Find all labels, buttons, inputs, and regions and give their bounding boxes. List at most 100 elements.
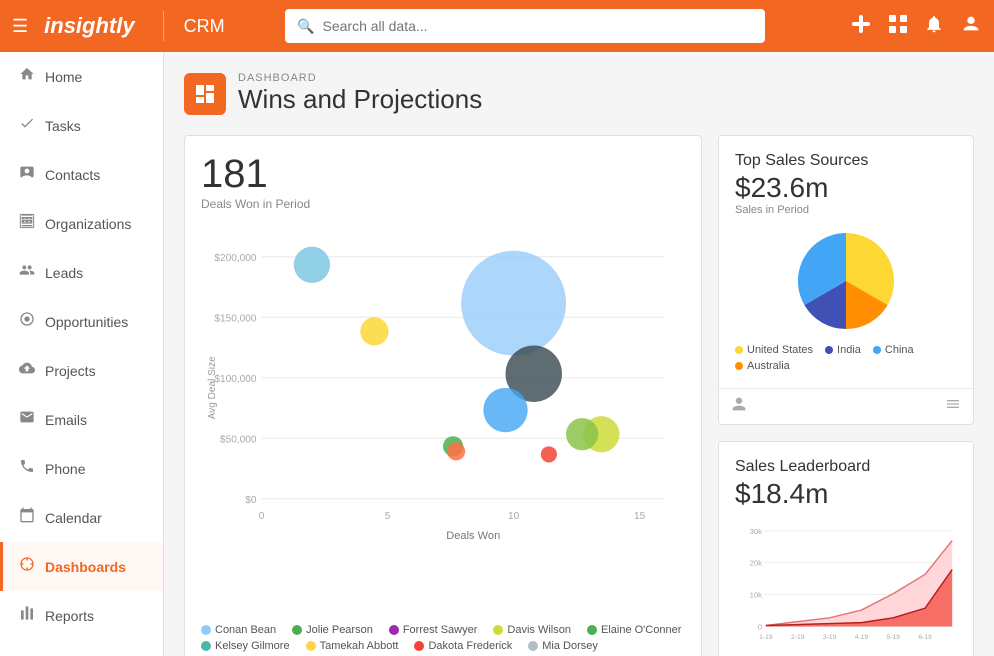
svg-text:$0: $0 bbox=[245, 495, 257, 506]
legend-item: Dakota Frederick bbox=[414, 640, 512, 652]
sidebar-item-emails[interactable]: Emails bbox=[0, 395, 163, 444]
calendar-icon bbox=[19, 507, 35, 528]
dashboard-icon bbox=[184, 73, 226, 115]
sidebar-item-contacts[interactable]: Contacts bbox=[0, 150, 163, 199]
svg-text:4-19: 4-19 bbox=[855, 634, 869, 641]
search-input[interactable] bbox=[323, 18, 754, 34]
sales-leaderboard-panel: Sales Leaderboard $18.4m 30k 20k bbox=[718, 441, 974, 656]
sidebar: Home Tasks Contacts Organizations Leads bbox=[0, 52, 164, 656]
bubble-chart-svg: $200,000 $150,000 $100,000 $50,000 $0 0 … bbox=[201, 223, 685, 593]
tasks-icon bbox=[19, 115, 35, 136]
pie-dot-australia bbox=[735, 362, 743, 370]
svg-text:5-19: 5-19 bbox=[887, 634, 901, 641]
bell-icon[interactable] bbox=[924, 14, 944, 39]
sales-leaderboard-title: Sales Leaderboard bbox=[735, 458, 957, 476]
dashboards-icon bbox=[19, 556, 35, 577]
add-button[interactable] bbox=[850, 13, 872, 40]
svg-text:1-19: 1-19 bbox=[759, 634, 773, 641]
top-sales-footer-list-icon[interactable] bbox=[945, 396, 961, 417]
legend-item: Mia Dorsey bbox=[528, 640, 598, 652]
line-chart-svg: 30k 20k 10k 0 bbox=[735, 514, 957, 654]
sidebar-item-dashboards[interactable]: Dashboards bbox=[0, 542, 163, 591]
sidebar-label-calendar: Calendar bbox=[45, 510, 102, 526]
sidebar-item-organizations[interactable]: Organizations bbox=[0, 199, 163, 248]
svg-text:$100,000: $100,000 bbox=[214, 374, 256, 385]
pie-legend-item-australia: Australia bbox=[735, 360, 790, 372]
legend-label: Tamekah Abbott bbox=[320, 640, 399, 652]
svg-text:15: 15 bbox=[634, 511, 646, 522]
legend-item: Conan Bean bbox=[201, 624, 276, 636]
sidebar-label-emails: Emails bbox=[45, 412, 87, 428]
sidebar-label-contacts: Contacts bbox=[45, 167, 100, 183]
legend-label: Kelsey Gilmore bbox=[215, 640, 290, 652]
sidebar-item-home[interactable]: Home bbox=[0, 52, 163, 101]
sidebar-label-reports: Reports bbox=[45, 608, 94, 624]
top-sales-footer-person-icon[interactable] bbox=[731, 396, 747, 417]
sidebar-label-organizations: Organizations bbox=[45, 216, 131, 232]
sidebar-item-leads[interactable]: Leads bbox=[0, 248, 163, 297]
svg-text:10: 10 bbox=[508, 511, 520, 522]
dashboard-header: DASHBOARD Wins and Projections bbox=[184, 72, 974, 115]
header-actions bbox=[850, 13, 982, 40]
sidebar-label-phone: Phone bbox=[45, 461, 85, 477]
sidebar-label-tasks: Tasks bbox=[45, 118, 81, 134]
contacts-icon bbox=[19, 164, 35, 185]
dashboard-label: DASHBOARD bbox=[238, 72, 482, 84]
pie-legend-item-china: China bbox=[873, 344, 914, 356]
svg-text:0: 0 bbox=[758, 622, 762, 631]
projects-icon bbox=[19, 360, 35, 381]
pie-legend-label-australia: Australia bbox=[747, 360, 790, 372]
main-content: DASHBOARD Wins and Projections 181 Deals… bbox=[164, 52, 994, 656]
pie-chart-area bbox=[735, 226, 957, 336]
pie-legend-label-china: China bbox=[885, 344, 914, 356]
sidebar-item-opportunities[interactable]: Opportunities bbox=[0, 297, 163, 346]
pie-legend-item-us: United States bbox=[735, 344, 813, 356]
sidebar-item-tasks[interactable]: Tasks bbox=[0, 101, 163, 150]
search-icon: 🔍 bbox=[297, 18, 314, 35]
user-avatar[interactable] bbox=[960, 13, 982, 40]
sidebar-item-phone[interactable]: Phone bbox=[0, 444, 163, 493]
sidebar-item-calendar[interactable]: Calendar bbox=[0, 493, 163, 542]
svg-text:3-19: 3-19 bbox=[823, 634, 837, 641]
legend-item: Davis Wilson bbox=[493, 624, 571, 636]
svg-text:5: 5 bbox=[385, 511, 391, 522]
svg-text:2-19: 2-19 bbox=[791, 634, 805, 641]
legend-item: Tamekah Abbott bbox=[306, 640, 399, 652]
sidebar-item-reports[interactable]: Reports bbox=[0, 591, 163, 640]
legend-dot bbox=[201, 625, 211, 635]
legend-label: Jolie Pearson bbox=[306, 624, 373, 636]
grid-icon[interactable] bbox=[888, 14, 908, 39]
legend-dot bbox=[292, 625, 302, 635]
legend-item: Elaine O'Conner bbox=[587, 624, 681, 636]
legend-label: Forrest Sawyer bbox=[403, 624, 478, 636]
dashboard-title: Wins and Projections bbox=[238, 84, 482, 115]
legend-label: Conan Bean bbox=[215, 624, 276, 636]
reports-icon bbox=[19, 605, 35, 626]
top-sales-title: Top Sales Sources bbox=[735, 152, 957, 170]
search-bar[interactable]: 🔍 bbox=[285, 9, 765, 43]
pie-dot-us bbox=[735, 346, 743, 354]
sidebar-item-projects[interactable]: Projects bbox=[0, 346, 163, 395]
sidebar-label-projects: Projects bbox=[45, 363, 96, 379]
sidebar-label-opportunities: Opportunities bbox=[45, 314, 128, 330]
home-icon bbox=[19, 66, 35, 87]
header-divider bbox=[163, 11, 164, 41]
legend-label: Dakota Frederick bbox=[428, 640, 512, 652]
leads-icon bbox=[19, 262, 35, 283]
pie-legend-label-us: United States bbox=[747, 344, 813, 356]
right-column: Top Sales Sources $23.6m Sales in Period bbox=[718, 135, 974, 656]
crm-label: CRM bbox=[184, 16, 225, 37]
top-sales-amount: $23.6m bbox=[735, 172, 957, 204]
sidebar-label-leads: Leads bbox=[45, 265, 83, 281]
legend-label: Mia Dorsey bbox=[542, 640, 598, 652]
menu-icon[interactable]: ☰ bbox=[12, 16, 28, 37]
deals-won-number: 181 bbox=[201, 152, 685, 197]
svg-text:10k: 10k bbox=[750, 591, 763, 600]
logo: insightly bbox=[44, 13, 134, 39]
legend-dot bbox=[414, 641, 424, 651]
sidebar-label-home: Home bbox=[45, 69, 82, 85]
legend-item: Kelsey Gilmore bbox=[201, 640, 290, 652]
top-sales-panel: Top Sales Sources $23.6m Sales in Period bbox=[718, 135, 974, 425]
chart-legend: Conan Bean Jolie Pearson Forrest Sawyer … bbox=[185, 616, 701, 656]
legend-dot bbox=[389, 625, 399, 635]
